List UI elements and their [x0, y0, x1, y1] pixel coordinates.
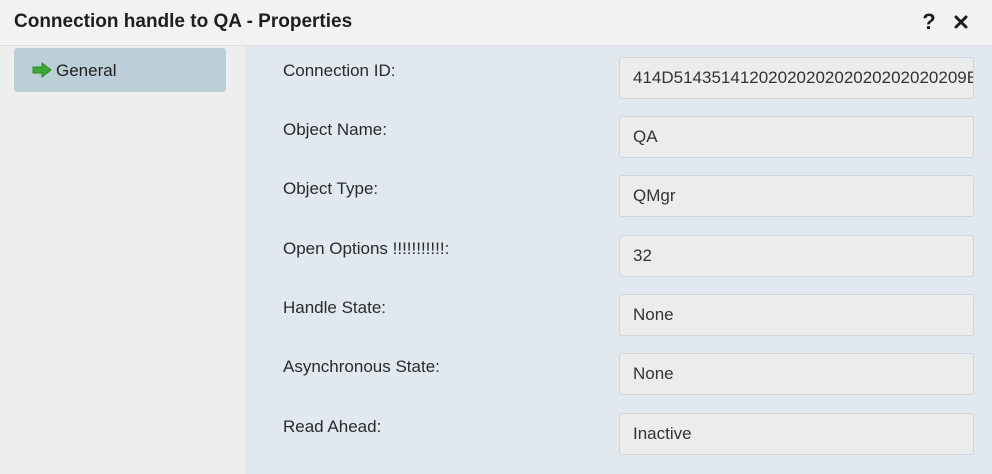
connection-id-label: Connection ID: — [283, 61, 396, 80]
sidebar-item-label: General — [56, 61, 117, 80]
dialog-title: Connection handle to QA - Properties — [14, 11, 353, 32]
object-type-label: Object Type: — [283, 179, 379, 198]
object-type-field[interactable]: QMgr — [619, 175, 974, 217]
read-ahead-field[interactable]: Inactive — [619, 413, 974, 455]
handle-state-label: Handle State: — [283, 298, 387, 317]
title-bar: Connection handle to QA - Properties ? — [0, 0, 992, 46]
question-mark-icon: ? — [922, 9, 936, 34]
object-name-label: Object Name: — [283, 120, 387, 139]
close-icon — [954, 15, 968, 29]
sidebar-item-general[interactable]: General — [14, 48, 226, 92]
properties-dialog: Connection handle to QA - Properties ? G… — [0, 0, 992, 474]
object-name-field[interactable]: QA — [619, 116, 974, 158]
help-button[interactable]: ? — [916, 8, 942, 36]
handle-state-field[interactable]: None — [619, 294, 974, 336]
open-options-field[interactable]: 32 — [619, 235, 974, 277]
green-arrow-right-icon — [32, 62, 52, 78]
connection-id-field[interactable]: 414D5143514120202020202020202020209E4 — [619, 57, 974, 99]
read-ahead-label: Read Ahead: — [283, 417, 382, 436]
sidebar: General — [0, 46, 245, 474]
asynchronous-state-label: Asynchronous State: — [283, 357, 440, 376]
asynchronous-state-field[interactable]: None — [619, 353, 974, 395]
open-options-label: Open Options !!!!!!!!!!!: — [283, 239, 450, 258]
close-button[interactable] — [948, 8, 974, 36]
properties-panel: Connection ID: 414D514351412020202020202… — [245, 46, 992, 474]
